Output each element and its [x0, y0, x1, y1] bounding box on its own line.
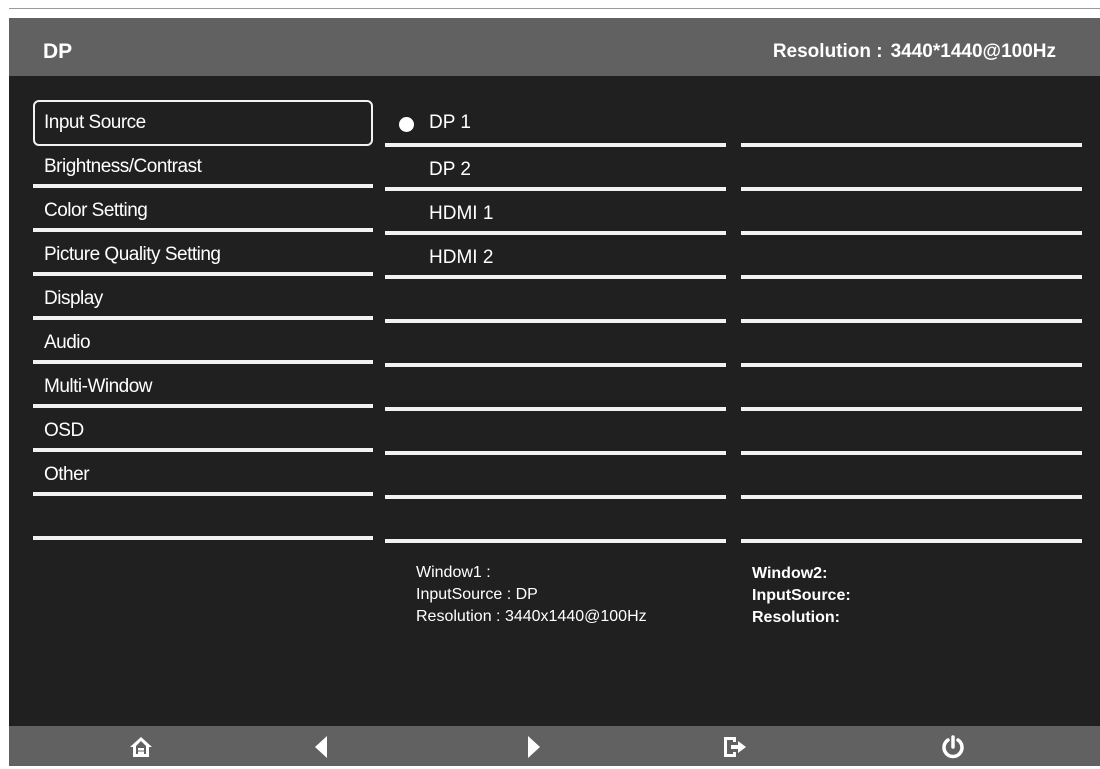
sub-option-row: [741, 455, 1082, 499]
menu-item-color-setting[interactable]: Color Setting: [33, 188, 373, 232]
source-item-dp1[interactable]: DP 1: [385, 100, 726, 147]
menu-item-label: Picture Quality Setting: [44, 244, 221, 265]
source-label: DP 2: [429, 159, 471, 180]
source-label: DP 1: [429, 112, 471, 133]
source-item-empty: [385, 367, 726, 411]
source-item-dp2[interactable]: DP 2: [385, 147, 726, 191]
exit-button[interactable]: [720, 732, 750, 762]
window1-info: Window1 : InputSource : DP Resolution : …: [416, 562, 647, 628]
source-label: HDMI 1: [429, 203, 494, 224]
main-menu: Input Source Brightness/Contrast Color S…: [33, 100, 373, 540]
resolution-label: Resolution :: [772, 41, 883, 62]
source-item-empty: [385, 279, 726, 323]
window2-input-source: InputSource:: [752, 587, 851, 604]
current-input-title: DP: [43, 40, 73, 63]
sub-option-list: [741, 100, 1082, 543]
resolution-value: 3440*1440@100Hz: [890, 41, 1056, 62]
left-button[interactable]: [306, 732, 336, 762]
source-label: HDMI 2: [429, 247, 494, 268]
window2-title: Window2:: [752, 565, 828, 582]
selected-bullet-icon: [399, 117, 414, 132]
window1-title: Window1 :: [416, 564, 491, 581]
power-button[interactable]: [938, 732, 968, 762]
menu-item-label: Multi-Window: [44, 376, 153, 397]
window2-resolution: Resolution:: [752, 609, 840, 626]
sub-option-row: [741, 499, 1082, 543]
menu-item-other[interactable]: Other: [33, 452, 373, 496]
menu-item-empty: [33, 496, 373, 540]
menu-item-picture-quality-setting[interactable]: Picture Quality Setting: [33, 232, 373, 276]
input-source-list: DP 1 DP 2 HDMI 1 HDMI 2: [385, 100, 726, 543]
footer-bar: [9, 726, 1100, 766]
home-button[interactable]: [126, 732, 156, 762]
menu-item-label: Color Setting: [44, 200, 148, 221]
window1-resolution: Resolution : 3440x1440@100Hz: [416, 608, 647, 625]
source-item-hdmi1[interactable]: HDMI 1: [385, 191, 726, 235]
header-bar: DP Resolution : 3440*1440@100Hz: [9, 18, 1100, 76]
source-item-empty: [385, 411, 726, 455]
menu-item-input-source[interactable]: Input Source: [33, 100, 373, 146]
home-icon: [130, 737, 152, 757]
exit-icon: [724, 737, 746, 757]
source-item-hdmi2[interactable]: HDMI 2: [385, 235, 726, 279]
window1-input-source: InputSource : DP: [416, 586, 538, 603]
window2-info: Window2: InputSource: Resolution:: [752, 563, 851, 629]
menu-item-brightness-contrast[interactable]: Brightness/Contrast: [33, 144, 373, 188]
right-button[interactable]: [519, 732, 549, 762]
menu-item-label: OSD: [44, 420, 84, 441]
menu-item-audio[interactable]: Audio: [33, 320, 373, 364]
sub-option-row: [741, 367, 1082, 411]
right-arrow-icon: [528, 736, 540, 758]
menu-item-label: Input Source: [44, 112, 146, 133]
source-item-empty: [385, 499, 726, 543]
menu-item-label: Display: [44, 288, 103, 309]
menu-item-label: Other: [44, 464, 90, 485]
top-border: [9, 8, 1100, 9]
sub-option-row: [741, 100, 1082, 147]
source-item-empty: [385, 455, 726, 499]
sub-option-row: [741, 323, 1082, 367]
sub-option-row: [741, 411, 1082, 455]
menu-item-label: Audio: [44, 332, 91, 353]
header-resolution: Resolution : 3440*1440@100Hz: [773, 18, 1056, 76]
sub-option-row: [741, 235, 1082, 279]
source-item-empty: [385, 323, 726, 367]
osd-menu: DP Resolution : 3440*1440@100Hz Input Sou…: [9, 18, 1100, 766]
menu-item-display[interactable]: Display: [33, 276, 373, 320]
sub-option-row: [741, 191, 1082, 235]
menu-item-osd[interactable]: OSD: [33, 408, 373, 452]
left-arrow-icon: [315, 736, 327, 758]
menu-item-multi-window[interactable]: Multi-Window: [33, 364, 373, 408]
power-icon: [942, 735, 964, 759]
sub-option-row: [741, 147, 1082, 191]
menu-item-label: Brightness/Contrast: [44, 156, 202, 177]
sub-option-row: [741, 279, 1082, 323]
